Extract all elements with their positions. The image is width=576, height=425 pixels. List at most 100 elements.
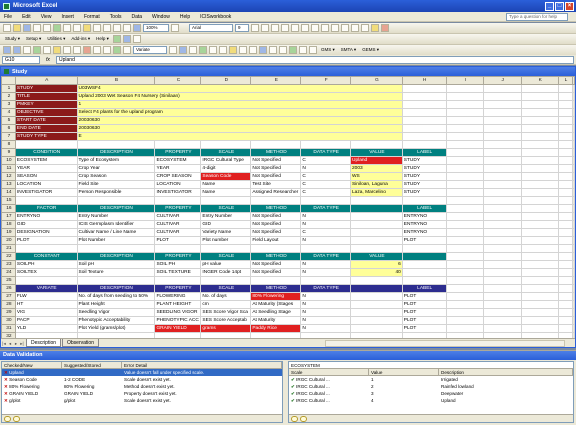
cell[interactable] bbox=[445, 236, 484, 245]
column-header[interactable]: A bbox=[14, 76, 78, 85]
cell[interactable] bbox=[520, 284, 560, 293]
factor-cell[interactable]: CULTIVAR bbox=[154, 228, 202, 237]
cell[interactable] bbox=[200, 140, 252, 149]
cell[interactable] bbox=[250, 244, 302, 253]
cell[interactable] bbox=[445, 140, 484, 149]
row-header[interactable]: 24 bbox=[1, 268, 16, 277]
factor-cell[interactable]: PLOT bbox=[401, 236, 447, 245]
cell[interactable] bbox=[558, 140, 573, 149]
study-tool-icon-8[interactable] bbox=[73, 46, 81, 54]
study-field-value[interactable]: 20030630 bbox=[76, 124, 403, 133]
variate-cell[interactable]: Phenotypic Acceptability bbox=[76, 316, 156, 325]
condition-cell[interactable]: Name bbox=[200, 180, 252, 189]
condition-cell[interactable]: Season Code bbox=[200, 172, 252, 181]
cell[interactable] bbox=[520, 220, 560, 229]
cell[interactable] bbox=[401, 92, 447, 101]
cell[interactable] bbox=[445, 116, 484, 125]
cell[interactable] bbox=[558, 300, 573, 309]
select-all-corner[interactable] bbox=[1, 76, 16, 85]
cell[interactable] bbox=[300, 244, 351, 253]
cell[interactable] bbox=[483, 276, 522, 285]
study-field-value[interactable]: Select F4 plants for the upland program bbox=[76, 108, 403, 117]
menu-format[interactable]: Format bbox=[84, 14, 100, 20]
cell[interactable] bbox=[445, 220, 484, 229]
cell[interactable] bbox=[445, 276, 484, 285]
cell[interactable] bbox=[520, 172, 560, 181]
study-tool-icon-21[interactable] bbox=[239, 46, 247, 54]
redo-icon[interactable] bbox=[103, 24, 111, 32]
scale-value-row[interactable]: ✔ IRGC Cultural ... 3 Deepwater bbox=[289, 390, 573, 397]
study-field-value[interactable]: U03WSF4 bbox=[76, 84, 403, 93]
cell[interactable] bbox=[445, 316, 484, 325]
study-tool-icon-16[interactable] bbox=[189, 46, 197, 54]
factor-cell[interactable]: GID bbox=[200, 220, 252, 229]
variate-cell[interactable] bbox=[350, 292, 403, 301]
variate-cell[interactable]: No. of days bbox=[200, 292, 252, 301]
variate-cell[interactable]: N bbox=[300, 292, 351, 301]
last-sheet-button[interactable]: ▸| bbox=[19, 340, 25, 347]
condition-cell[interactable]: IRGC Cultural Type bbox=[200, 156, 252, 165]
study-tool-icon-6[interactable] bbox=[53, 46, 61, 54]
validation-error-row[interactable]: ✕ Season Code 1-2 CODE Scale doesn't exist… bbox=[2, 376, 282, 383]
cell[interactable] bbox=[483, 268, 522, 277]
cell[interactable] bbox=[558, 164, 573, 173]
study-field-label[interactable]: START DATE bbox=[14, 116, 78, 125]
study-field-value[interactable]: Upland 2003 Wet Season F4 Nursery (Sinil… bbox=[76, 92, 403, 101]
addins-menu[interactable]: Add-ins ▾ bbox=[69, 36, 92, 42]
row-header[interactable]: 16 bbox=[1, 204, 16, 213]
cell[interactable] bbox=[520, 212, 560, 221]
study-field-label[interactable]: END DATE bbox=[14, 124, 78, 133]
cell[interactable] bbox=[558, 148, 573, 157]
factor-cell[interactable] bbox=[350, 212, 403, 221]
cell[interactable] bbox=[445, 300, 484, 309]
constant-cell[interactable]: pH value bbox=[200, 260, 252, 269]
cell[interactable] bbox=[483, 220, 522, 229]
cell[interactable] bbox=[76, 140, 156, 149]
constant-cell[interactable]: SOILTEX bbox=[14, 268, 78, 277]
font-select[interactable]: Arial bbox=[189, 24, 233, 32]
cell[interactable] bbox=[520, 228, 560, 237]
condition-cell[interactable]: C bbox=[300, 180, 351, 189]
variate-cell[interactable]: Seedling Vigor bbox=[76, 308, 156, 317]
cell[interactable] bbox=[483, 164, 522, 173]
new-icon[interactable] bbox=[3, 24, 11, 32]
cell[interactable] bbox=[401, 132, 447, 141]
condition-cell[interactable]: STUDY bbox=[401, 180, 447, 189]
cell[interactable] bbox=[483, 324, 522, 333]
cut-icon[interactable] bbox=[63, 24, 71, 32]
study-tool-icon-23[interactable] bbox=[259, 46, 267, 54]
column-header[interactable]: B bbox=[76, 76, 156, 85]
cell[interactable] bbox=[483, 140, 522, 149]
cell[interactable] bbox=[401, 140, 447, 149]
cell[interactable] bbox=[483, 204, 522, 213]
cell[interactable] bbox=[200, 196, 252, 205]
condition-cell[interactable]: Name bbox=[200, 188, 252, 197]
cell[interactable] bbox=[14, 244, 78, 253]
cell[interactable] bbox=[350, 244, 403, 253]
factor-cell[interactable] bbox=[350, 228, 403, 237]
row-header[interactable]: 8 bbox=[1, 140, 16, 149]
align-right-icon[interactable] bbox=[301, 24, 309, 32]
cell[interactable] bbox=[483, 292, 522, 301]
constant-cell[interactable]: 40 bbox=[350, 268, 403, 277]
column-header[interactable]: F bbox=[300, 76, 351, 85]
paste-icon[interactable] bbox=[83, 24, 91, 32]
constant-cell[interactable]: 6 bbox=[350, 260, 403, 269]
variate-cell[interactable]: At Maturity bbox=[250, 316, 302, 325]
row-header[interactable]: 19 bbox=[1, 228, 16, 237]
cell[interactable] bbox=[558, 252, 573, 261]
cell[interactable] bbox=[483, 308, 522, 317]
cell[interactable] bbox=[558, 244, 573, 253]
row-header[interactable]: 14 bbox=[1, 188, 16, 197]
cell[interactable] bbox=[483, 84, 522, 93]
cell[interactable] bbox=[520, 132, 560, 141]
study-tool-icon-13[interactable] bbox=[123, 46, 131, 54]
factor-cell[interactable]: DESIGNATION bbox=[14, 228, 78, 237]
tool-icon-1[interactable] bbox=[112, 35, 121, 43]
cell[interactable] bbox=[445, 244, 484, 253]
variate-cell[interactable]: SEEDLING VIGOR bbox=[154, 308, 202, 317]
cell[interactable] bbox=[401, 100, 447, 109]
cell[interactable] bbox=[445, 204, 484, 213]
variate-cell[interactable]: N bbox=[300, 300, 351, 309]
cell[interactable] bbox=[445, 84, 484, 93]
